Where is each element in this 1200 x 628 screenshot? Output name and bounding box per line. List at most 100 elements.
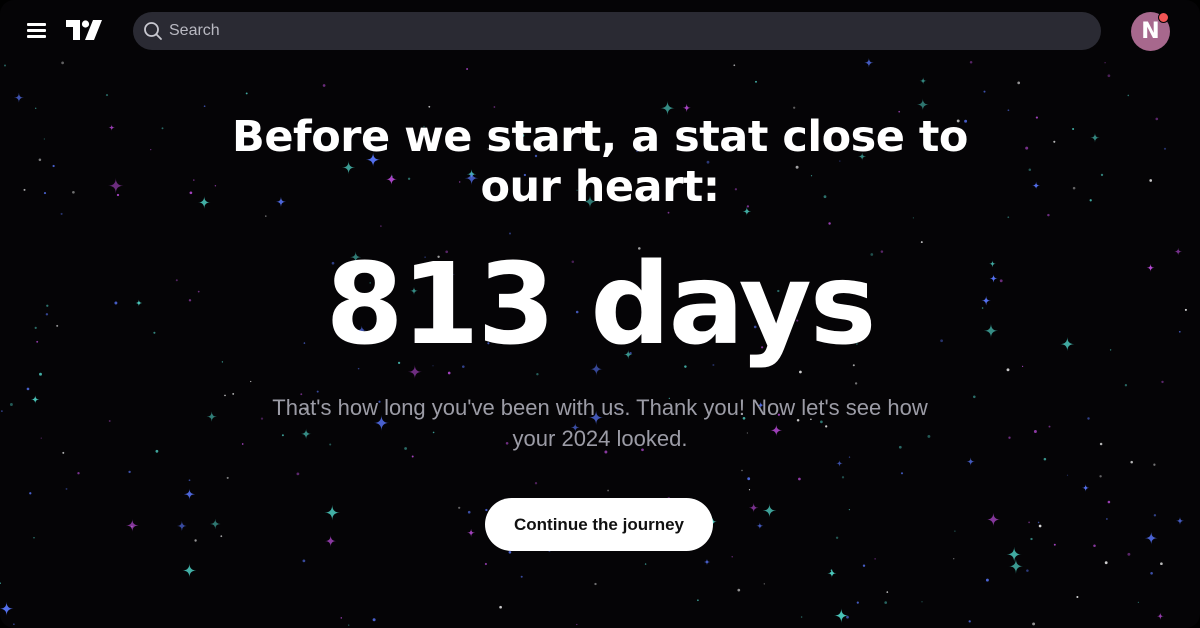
star-dot [1149,179,1153,182]
star-dot [62,451,65,454]
tradingview-logo-icon[interactable] [66,20,102,40]
sparkle-star [206,411,217,422]
star-dot [1035,116,1038,119]
sparkle-star [1174,247,1182,256]
sparkle-star [756,522,764,530]
star-dot [748,489,751,491]
sparkle-star [1008,558,1024,574]
star-dot [1007,216,1010,219]
star-dot [800,616,803,618]
star-dot [1026,569,1029,572]
sparkle-star [986,512,1001,527]
continue-button[interactable]: Continue the journey [485,498,713,551]
star-dot [72,190,75,194]
star-dot [38,158,42,162]
hamburger-menu-icon[interactable] [27,23,47,39]
star-dot [175,279,178,282]
sparkle-star [1146,263,1155,272]
star-dot [447,371,451,375]
star-dot [1017,81,1021,85]
star-dot [52,164,55,168]
star-dot [954,530,956,532]
star-dot [862,564,866,567]
star-dot [1107,74,1111,78]
star-dot [35,107,37,109]
sparkle-star [1196,620,1200,628]
star-dot [1089,199,1092,202]
star-dot [458,506,461,509]
star-dot [1150,572,1153,575]
sparkle-star [827,568,837,578]
star-dot [45,313,49,316]
search-bar[interactable] [133,12,1101,50]
star-dot [380,225,382,227]
sparkle-star [125,519,139,532]
star-dot [161,127,164,130]
stat-value: 813 days [325,240,877,370]
sparkle-star [31,395,40,404]
star-dot [520,575,523,578]
star-dot [241,443,244,445]
star-dot [1153,514,1157,517]
star-dot [886,591,889,593]
star-dot [763,583,765,585]
sparkle-star [135,299,143,307]
star-dot [1130,460,1133,464]
star-dot [534,482,538,485]
sparkle-star [1081,484,1090,492]
sparkle-star [1176,516,1184,525]
sparkle-star [0,601,14,616]
sparkle-star [916,98,929,111]
stat-description: That's how long you've been with us. Tha… [272,395,928,451]
star-dot [265,215,267,217]
sparkle-star [1006,546,1022,563]
star-dot [296,472,300,476]
star-dot [1106,518,1108,520]
star-dot [428,105,431,108]
star-dot [1178,330,1181,333]
star-dot [60,212,63,215]
star-dot [46,304,49,307]
star-dot [340,617,343,619]
star-dot [731,556,733,558]
sparkle-star [919,77,927,85]
sparkle-star [324,535,337,548]
search-icon [144,22,162,40]
star-dot [1043,457,1047,461]
star-dot [1053,140,1056,143]
star-dot [983,90,986,93]
star-dot [348,624,350,626]
star-dot [1025,146,1029,150]
star-dot [1153,463,1156,466]
star-dot [973,395,976,399]
star-dot [846,615,849,619]
star-dot [26,387,30,391]
star-dot [40,437,42,439]
star-dot [77,472,80,475]
star-dot [799,370,802,374]
star-dot [841,476,845,479]
star-dot [1028,521,1030,524]
star-dot [1038,524,1042,528]
star-dot [224,394,226,397]
star-dot [467,510,471,514]
star-dot [741,469,743,472]
notification-dot [1158,12,1169,23]
star-dot [1047,213,1050,217]
star-dot [1006,368,1010,372]
star-dot [232,392,235,395]
star-dot [1161,380,1164,384]
sparkle-star [1090,133,1100,143]
star-dot [1155,117,1159,121]
star-dot [189,191,193,195]
star-dot [33,537,35,539]
sparkle-star [108,124,115,131]
star-dot [36,340,39,343]
star-dot [508,550,512,554]
star-dot [884,601,888,604]
star-dot [828,222,831,225]
star-dot [953,558,955,560]
search-input[interactable] [169,12,1069,50]
star-dot [13,623,15,625]
star-dot [43,138,46,140]
